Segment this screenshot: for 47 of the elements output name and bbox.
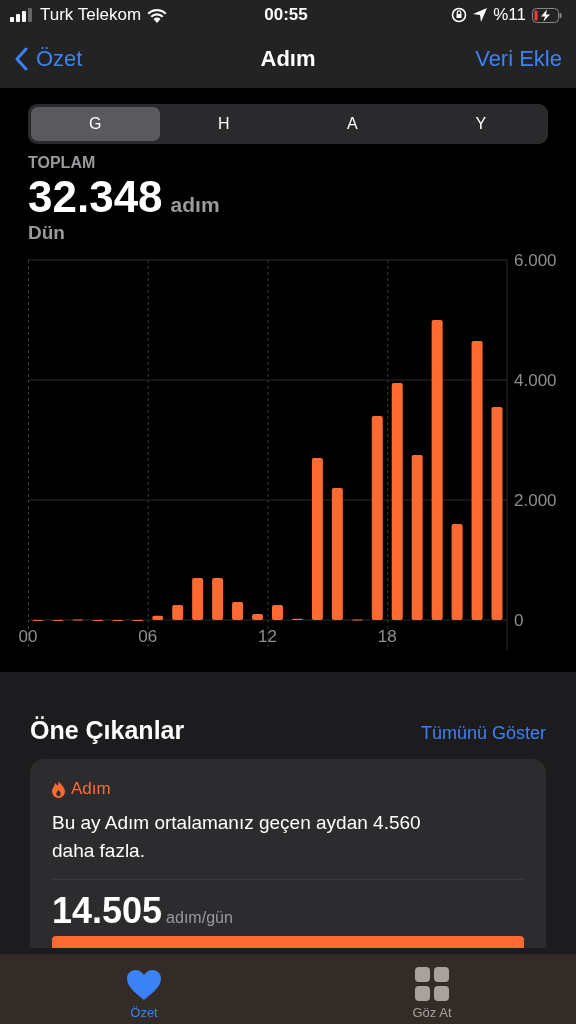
wifi-icon [147, 7, 168, 23]
category-label: Adım [71, 779, 111, 799]
flame-icon [52, 780, 65, 798]
battery-percent: %11 [493, 5, 526, 25]
period-segment[interactable]: H [159, 107, 288, 141]
carrier-name: Turk Telekom [40, 5, 142, 25]
highlight-text: Bu ay Adım ortalamanız geçen aydan 4.560 daha fazla. [52, 811, 422, 863]
chart-bar [252, 614, 263, 620]
y-axis-label: 2.000 [514, 491, 557, 510]
period-segment[interactable]: A [288, 107, 417, 141]
battery-charging-icon [532, 7, 562, 23]
total-unit: adım [170, 193, 220, 217]
tab-bar-item[interactable]: Özet [0, 954, 288, 1024]
average-unit: adım/gün [166, 909, 233, 927]
chart-bar [232, 602, 244, 620]
add-data-link[interactable]: Veri Ekle [475, 46, 562, 71]
location-arrow-icon [473, 8, 488, 22]
y-axis-label: 0 [514, 611, 524, 630]
grid-icon [415, 967, 449, 1001]
x-axis-label: 00 [18, 627, 38, 646]
heart-icon [126, 969, 162, 1001]
total-value: 32.348 [28, 172, 163, 222]
average-value: 14.505 [52, 890, 163, 932]
chart-bar [172, 605, 184, 620]
chart-bar [152, 615, 164, 620]
period-segment[interactable]: Y [416, 107, 545, 141]
y-axis-label: 4.000 [514, 371, 557, 390]
signal-icon [10, 8, 34, 22]
x-axis-label: 18 [377, 627, 397, 646]
x-axis-label: 06 [138, 627, 158, 646]
highlights-title: Öne Çıkanlar [30, 716, 185, 745]
y-axis-label: 6.000 [514, 251, 557, 270]
chart-bar [272, 605, 283, 620]
chart-bar [192, 578, 204, 620]
rotation-lock-icon [451, 7, 468, 23]
total-label: TOPLAM [28, 154, 97, 172]
x-axis-label: 12 [258, 627, 277, 646]
back-button[interactable]: Özet [14, 46, 261, 72]
date-label: Dün [28, 222, 66, 244]
show-all-link[interactable]: Tümünü Göster [420, 723, 546, 744]
tab-bar-item[interactable]: Göz At [288, 954, 576, 1024]
chevron-left-icon [14, 47, 28, 71]
clock-time: 00:55 [264, 5, 308, 25]
chart-bar [212, 578, 224, 620]
highlight-card[interactable]: Adım Bu ay Adım ortalamanız geçen aydan 4.560 daha fazla. 14.505 adım/gün [30, 759, 546, 948]
screen-title: Adım [260, 46, 316, 72]
period-segment[interactable]: G [31, 107, 160, 141]
